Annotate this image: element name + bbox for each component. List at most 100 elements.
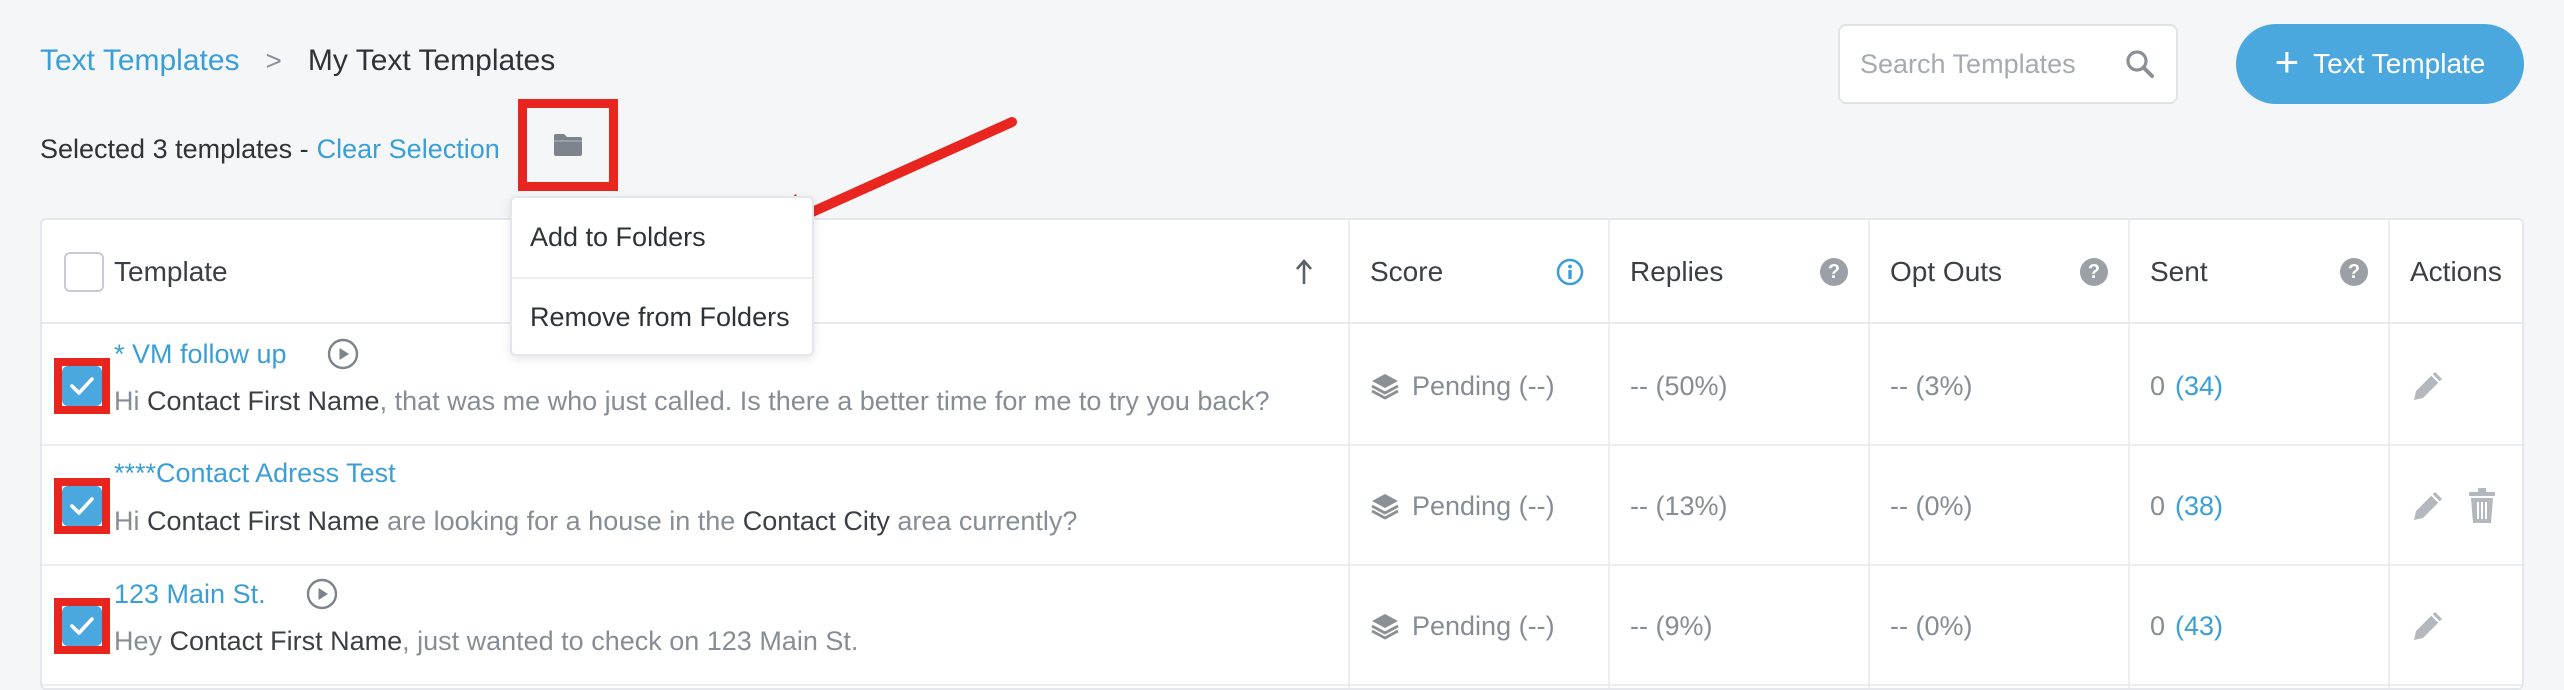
template-text: Hey [114,626,170,656]
sent-total-link[interactable]: (34) [2175,371,2223,402]
score-value: Pending (--) [1412,370,1555,401]
template-name-link[interactable]: * VM follow up [114,339,287,370]
replies-value: -- (13%) [1630,490,1728,521]
selection-count: Selected 3 templates - [40,134,309,164]
breadcrumb-text-templates-link[interactable]: Text Templates [40,44,240,78]
template-text: area currently? [889,506,1078,536]
folder-button[interactable] [518,99,618,191]
search-icon[interactable] [2124,48,2156,80]
opt-outs-value: -- (0%) [1890,610,1973,641]
folder-dropdown-menu: Add to Folders Remove from Folders [510,196,814,356]
pencil-icon[interactable] [2410,368,2446,404]
column-header-score[interactable]: Score [1370,220,1443,324]
score-cell: Pending (--) [1370,566,1555,686]
page-title: My Text Templates [307,44,556,77]
actions-cell [2410,326,2446,446]
merge-field: Contact First Name [147,506,380,536]
replies-cell: -- (9%) [1630,566,1713,686]
selection-bar: Selected 3 templates - Clear Selection [40,134,500,165]
pencil-icon[interactable] [2410,608,2446,644]
sent-cell: 0 (43) [2150,566,2223,686]
table-header: Template Score Replies ? Opt Outs ? Sent… [42,220,2522,324]
row-checkbox[interactable] [62,606,102,646]
sort-up-icon[interactable] [1294,258,1314,286]
template-name-container: * VM follow up [114,338,359,370]
opt-outs-cell: -- (0%) [1890,446,1973,566]
row-checkbox[interactable] [62,366,102,406]
template-text: are looking for a house in the [379,506,743,536]
template-text: Hi [114,506,147,536]
breadcrumb: Text Templates > My Text Templates [40,44,555,78]
help-icon[interactable]: ? [2340,258,2368,286]
actions-cell [2410,566,2446,686]
column-header-opt-outs[interactable]: Opt Outs [1890,220,2002,324]
table-row[interactable]: 123 Main St. Hey Contact First Name, just… [42,566,2522,686]
clear-selection-link[interactable]: Clear Selection [317,134,500,165]
template-name-container: ****Contact Adress Test [114,458,396,489]
pencil-icon[interactable] [2410,488,2446,524]
opt-outs-cell: -- (3%) [1890,326,1973,446]
template-preview: Hi Contact First Name, that was me who j… [114,386,1269,417]
check-icon [70,377,94,395]
merge-field: Contact City [742,506,890,536]
search-box [1838,24,2178,104]
sent-value: 0 [2150,610,2166,641]
folder-icon [554,134,582,156]
template-name-container: 123 Main St. [114,578,338,610]
check-icon [70,617,94,635]
play-icon[interactable] [327,338,359,370]
layers-icon [1371,494,1399,520]
merge-field: Contact First Name [169,626,403,656]
select-all-checkbox[interactable] [64,252,104,292]
help-icon[interactable]: ? [1820,258,1848,286]
table-row[interactable]: ****Contact Adress Test Hi Contact First … [42,446,2522,566]
merge-field: Contact First Name [147,386,380,416]
play-icon[interactable] [306,578,338,610]
template-text: , just wanted to check on 123 Main St. [402,626,859,656]
remove-from-folders-menu-item[interactable]: Remove from Folders [512,277,812,356]
replies-cell: -- (50%) [1630,326,1728,446]
score-cell: Pending (--) [1370,446,1555,566]
row-checkbox[interactable] [62,486,102,526]
sent-value: 0 [2150,370,2166,401]
score-cell: Pending (--) [1370,326,1555,446]
score-value: Pending (--) [1412,490,1555,521]
opt-outs-cell: -- (0%) [1890,566,1973,686]
column-header-sent[interactable]: Sent [2150,220,2208,324]
plus-icon: + [2274,38,2300,85]
column-header-replies[interactable]: Replies [1630,220,1723,324]
chevron-right-icon: > [265,45,282,76]
column-header-template[interactable]: Template [114,220,228,324]
replies-value: -- (50%) [1630,370,1728,401]
column-header-actions: Actions [2410,256,2502,287]
templates-table: Template Score Replies ? Opt Outs ? Sent… [40,218,2524,690]
opt-outs-value: -- (3%) [1890,370,1973,401]
table-row[interactable]: * VM follow up Hi Contact First Name, tha… [42,326,2522,446]
template-preview: Hey Contact First Name, just wanted to c… [114,626,858,657]
layers-icon [1371,614,1399,640]
replies-value: -- (9%) [1630,610,1713,641]
template-name-link[interactable]: ****Contact Adress Test [114,458,396,489]
check-icon [70,497,94,515]
opt-outs-value: -- (0%) [1890,490,1973,521]
sent-value: 0 [2150,490,2166,521]
sent-cell: 0 (38) [2150,446,2223,566]
template-text: Hi [114,386,147,416]
add-to-folders-menu-item[interactable]: Add to Folders [512,198,812,277]
sent-total-link[interactable]: (43) [2175,611,2223,642]
layers-icon [1371,374,1399,400]
trash-icon[interactable] [2466,487,2498,525]
search-input[interactable] [1860,48,2124,80]
actions-cell [2410,446,2498,566]
add-text-template-button[interactable]: + Text Template [2236,24,2524,104]
info-icon[interactable] [1556,258,1584,286]
replies-cell: -- (13%) [1630,446,1728,566]
help-icon[interactable]: ? [2080,258,2108,286]
sent-cell: 0 (34) [2150,326,2223,446]
template-name-link[interactable]: 123 Main St. [114,579,266,610]
add-text-template-label: Text Template [2313,48,2486,79]
score-value: Pending (--) [1412,610,1555,641]
template-preview: Hi Contact First Name are looking for a … [114,506,1077,537]
template-text: , that was me who just called. Is there … [379,386,1270,416]
sent-total-link[interactable]: (38) [2175,491,2223,522]
